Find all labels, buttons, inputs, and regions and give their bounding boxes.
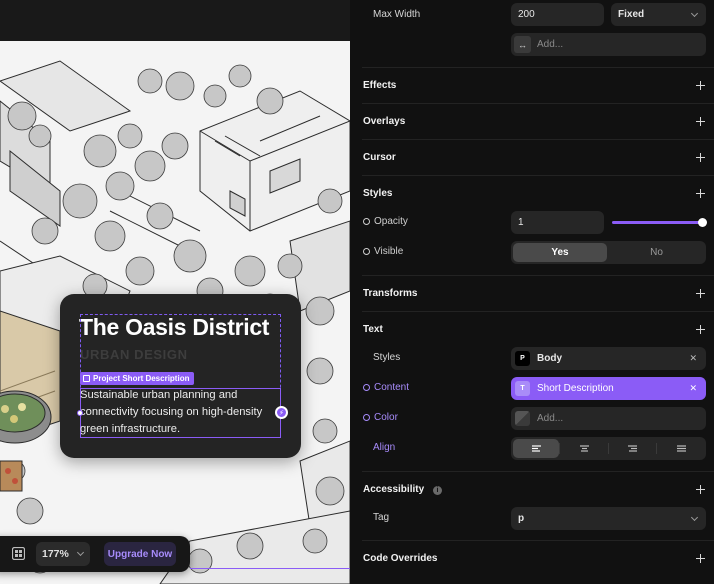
lightning-icon[interactable]: ⚡: [275, 406, 288, 419]
text-style-value: Body: [537, 353, 562, 364]
circle-plus-icon[interactable]: [363, 414, 370, 421]
selection-label-tag: Project Short Description: [80, 372, 195, 385]
color-label: Color: [363, 412, 398, 423]
project-card[interactable]: The Oasis District URBAN DESIGN Project …: [60, 294, 301, 458]
divider: [362, 471, 714, 472]
add-code-override-icon[interactable]: [696, 554, 705, 563]
align-right-icon: [628, 445, 637, 452]
text-align-group: [511, 437, 706, 460]
circle-plus-icon[interactable]: [363, 248, 370, 255]
visible-label: Visible: [363, 246, 403, 257]
section-code-overrides[interactable]: Code Overrides: [363, 553, 437, 564]
align-justify-button[interactable]: [658, 439, 704, 458]
circle-plus-icon[interactable]: [363, 384, 370, 391]
resize-handle[interactable]: [77, 410, 83, 416]
align-left-button[interactable]: [513, 439, 559, 458]
section-overlays[interactable]: Overlays: [363, 116, 405, 127]
color-swatch-icon: [515, 411, 530, 426]
divider: [362, 67, 714, 68]
divider: [362, 175, 714, 176]
properties-panel: Max Width 200 Fixed ↔ Add... Effects Ove…: [350, 0, 714, 584]
tag-select[interactable]: p: [511, 507, 706, 530]
section-effects[interactable]: Effects: [363, 80, 396, 91]
content-label: Content: [363, 382, 409, 393]
add-transform-icon[interactable]: [696, 289, 705, 298]
max-width-mode-value: Fixed: [618, 9, 645, 20]
canvas-guide-line: [190, 568, 350, 569]
max-width-input[interactable]: 200: [511, 3, 604, 26]
content-label-text: Content: [374, 382, 410, 393]
add-accessibility-icon[interactable]: [696, 485, 705, 494]
max-width-label: Max Width: [373, 9, 421, 20]
section-accessibility[interactable]: Accessibility i: [363, 484, 442, 495]
accessibility-title: Accessibility: [363, 484, 425, 495]
align-center-icon: [580, 445, 589, 452]
selection-label-text: Project Short Description: [93, 374, 190, 383]
divider: [362, 139, 714, 140]
add-text-property-icon[interactable]: [696, 325, 705, 334]
card-subtitle[interactable]: URBAN DESIGN: [80, 347, 188, 362]
divider: [362, 103, 714, 104]
text-style-select[interactable]: P Body ✕: [511, 347, 706, 370]
align-left-icon: [532, 445, 541, 452]
color-label-text: Color: [374, 412, 398, 423]
content-binding-field[interactable]: T Short Description ✕: [511, 377, 706, 400]
visible-label-text: Visible: [374, 246, 404, 257]
opacity-slider-track[interactable]: [612, 221, 702, 224]
canvas-top-bar: [0, 0, 350, 41]
design-canvas[interactable]: The Oasis District URBAN DESIGN Project …: [0, 0, 350, 584]
tag-label: Tag: [373, 512, 390, 523]
zoom-value: 177%: [42, 548, 69, 560]
visible-no-option[interactable]: No: [609, 243, 704, 262]
divider: [656, 443, 657, 454]
add-cursor-icon[interactable]: [696, 153, 705, 162]
chevron-down-icon: [690, 9, 699, 17]
section-transforms[interactable]: Transforms: [363, 288, 417, 299]
add-overlay-icon[interactable]: [696, 117, 705, 126]
opacity-input[interactable]: 1: [511, 211, 604, 234]
resize-horizontal-icon: ↔: [514, 36, 531, 53]
paragraph-style-icon: P: [515, 351, 530, 366]
chevron-down-icon: [76, 548, 85, 557]
opacity-label-text: Opacity: [374, 216, 408, 227]
color-placeholder: Add...: [537, 413, 564, 424]
content-binding-value: Short Description: [537, 383, 614, 394]
chevron-down-icon: [690, 513, 699, 521]
divider: [362, 275, 714, 276]
section-text[interactable]: Text: [363, 324, 383, 335]
section-cursor[interactable]: Cursor: [363, 152, 396, 163]
color-field[interactable]: Add...: [511, 407, 706, 430]
grid-layout-icon[interactable]: [12, 547, 25, 560]
circle-plus-icon[interactable]: [363, 218, 370, 225]
divider: [362, 311, 714, 312]
text-styles-label: Styles: [373, 352, 401, 363]
component-icon: [83, 375, 90, 382]
close-icon[interactable]: ✕: [689, 383, 697, 394]
section-styles[interactable]: Styles: [363, 188, 392, 199]
add-effect-icon[interactable]: [696, 81, 705, 90]
add-width-field[interactable]: ↔ Add...: [511, 33, 706, 56]
close-icon[interactable]: ✕: [689, 353, 697, 364]
divider: [362, 540, 714, 541]
text-variable-icon: T: [515, 381, 530, 396]
align-center-button[interactable]: [561, 439, 607, 458]
align-label: Align: [373, 442, 396, 453]
visible-yes-option[interactable]: Yes: [513, 243, 607, 262]
max-width-mode-select[interactable]: Fixed: [611, 3, 706, 26]
align-right-button[interactable]: [609, 439, 655, 458]
visible-toggle: Yes No: [511, 241, 706, 264]
upgrade-button[interactable]: Upgrade Now: [104, 542, 176, 566]
align-justify-icon: [677, 445, 686, 452]
card-description[interactable]: Sustainable urban planning and connectiv…: [80, 387, 283, 438]
opacity-label: Opacity: [363, 216, 408, 227]
tag-value: p: [518, 513, 525, 524]
canvas-bottom-toolbar: 177% Upgrade Now: [0, 536, 190, 572]
zoom-dropdown[interactable]: 177%: [36, 542, 90, 566]
add-width-placeholder: Add...: [537, 39, 564, 50]
opacity-slider-thumb[interactable]: [698, 218, 707, 227]
info-icon[interactable]: i: [432, 486, 442, 495]
card-title[interactable]: The Oasis District: [79, 314, 269, 341]
divider: [559, 443, 560, 454]
add-style-icon[interactable]: [696, 189, 705, 198]
